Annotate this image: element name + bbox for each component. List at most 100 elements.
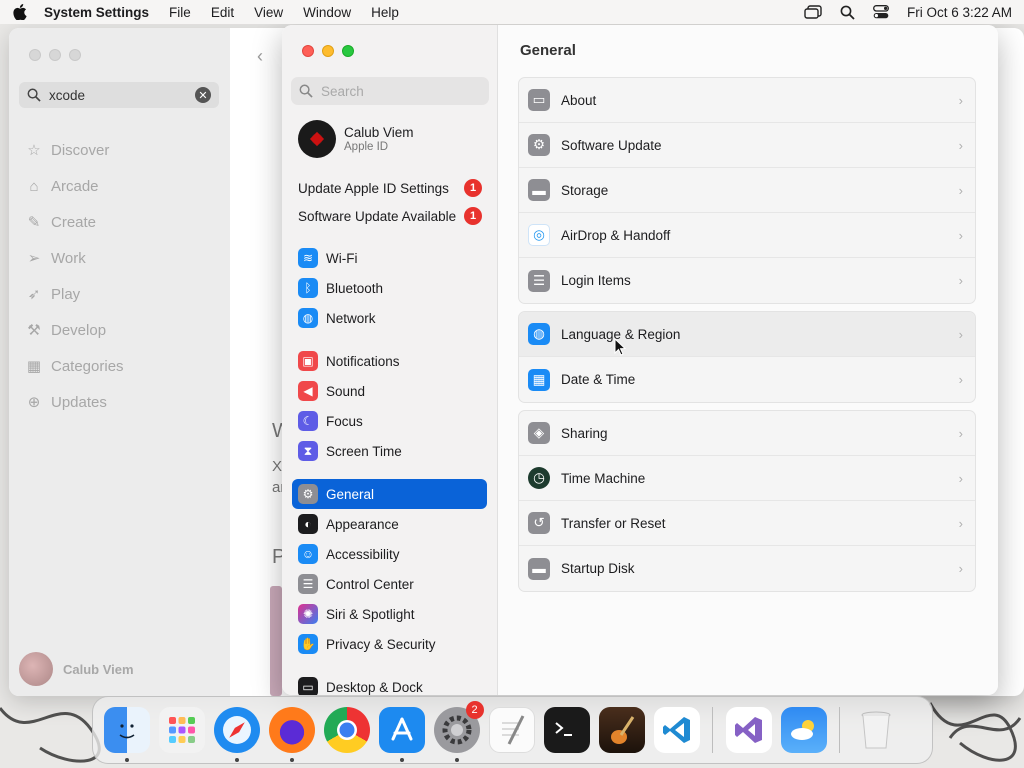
paperplane-icon: ➢ bbox=[27, 250, 41, 267]
sharing-icon: ◈ bbox=[528, 422, 550, 444]
nav-arcade[interactable]: ⌂ Arcade bbox=[23, 168, 124, 204]
row-about[interactable]: ▭ About › bbox=[519, 78, 975, 123]
nav-updates[interactable]: ⊕ Updates bbox=[23, 384, 124, 420]
sidebar-item-appearance[interactable]: ◐ Appearance bbox=[292, 509, 487, 539]
row-date-time[interactable]: ▦ Date & Time › bbox=[519, 357, 975, 402]
sidebar-item-desktop-dock[interactable]: ▭ Desktop & Dock bbox=[292, 672, 487, 695]
dock-textedit[interactable] bbox=[488, 707, 535, 753]
sidebar-item-bluetooth[interactable]: ᛒ Bluetooth bbox=[292, 273, 487, 303]
dock-vscode[interactable] bbox=[653, 707, 700, 753]
zoom-button[interactable] bbox=[342, 45, 354, 57]
app-thumbnail[interactable] bbox=[270, 586, 282, 696]
row-sharing[interactable]: ◈ Sharing › bbox=[519, 411, 975, 456]
chevron-right-icon: › bbox=[958, 470, 963, 486]
dock-system-settings[interactable]: 2 bbox=[433, 701, 484, 762]
row-time-machine[interactable]: ◷ Time Machine › bbox=[519, 456, 975, 501]
sidebar-item-accessibility[interactable]: ☺ Accessibility bbox=[292, 539, 487, 569]
row-language-region[interactable]: ◍ Language & Region › bbox=[519, 312, 975, 357]
row-login-items[interactable]: ☰ Login Items › bbox=[519, 258, 975, 303]
app-store-search-field[interactable]: xcode ✕ bbox=[19, 82, 219, 108]
row-startup-disk[interactable]: ▬ Startup Disk › bbox=[519, 546, 975, 591]
dock-garageband[interactable] bbox=[598, 707, 645, 753]
sidebar-item-siri-spotlight[interactable]: ✺ Siri & Spotlight bbox=[292, 599, 487, 629]
nav-work[interactable]: ➢ Work bbox=[23, 240, 124, 276]
settings-search-input[interactable] bbox=[321, 83, 471, 99]
app-store-sidebar: xcode ✕ ☆ Discover ⌂ Arcade ✎ Create ➢ Work … bbox=[9, 28, 230, 696]
minimize-button[interactable] bbox=[322, 45, 334, 57]
sidebar-item-control-center[interactable]: ☰ Control Center bbox=[292, 569, 487, 599]
alert-update-apple-id[interactable]: Update Apple ID Settings 1 bbox=[298, 179, 482, 197]
row-storage[interactable]: ▬ Storage › bbox=[519, 168, 975, 213]
close-button[interactable] bbox=[302, 45, 314, 57]
menu-edit[interactable]: Edit bbox=[211, 5, 234, 20]
list-icon: ☰ bbox=[528, 269, 550, 292]
spotlight-search-icon[interactable] bbox=[840, 5, 855, 20]
dock-trash[interactable] bbox=[853, 707, 899, 753]
nav-categories[interactable]: ▦ Categories bbox=[23, 348, 124, 384]
sidebar-item-general[interactable]: ⚙ General bbox=[292, 479, 487, 509]
zoom-button[interactable] bbox=[69, 49, 81, 61]
running-indicator bbox=[234, 758, 239, 762]
row-transfer-reset[interactable]: ↺ Transfer or Reset › bbox=[519, 501, 975, 546]
menu-window[interactable]: Window bbox=[303, 5, 351, 20]
apple-menu-icon[interactable] bbox=[12, 4, 28, 20]
nav-create[interactable]: ✎ Create bbox=[23, 204, 124, 240]
dock-terminal[interactable] bbox=[543, 707, 590, 753]
sidebar-item-screen-time[interactable]: ⧗ Screen Time bbox=[292, 436, 487, 466]
menu-view[interactable]: View bbox=[254, 5, 283, 20]
menu-help[interactable]: Help bbox=[371, 5, 399, 20]
apple-id-account[interactable]: Calub Viem Apple ID bbox=[298, 120, 414, 158]
row-software-update[interactable]: ⚙ Software Update › bbox=[519, 123, 975, 168]
back-chevron-icon[interactable]: ‹ bbox=[257, 46, 263, 67]
guitar-icon bbox=[610, 716, 634, 744]
dock-visual-studio[interactable] bbox=[725, 707, 772, 753]
notification-badge: 2 bbox=[465, 701, 484, 719]
time-machine-icon: ◷ bbox=[528, 467, 550, 489]
menu-file[interactable]: File bbox=[169, 5, 191, 20]
sidebar-item-network[interactable]: ◍ Network bbox=[292, 303, 487, 333]
compass-icon bbox=[222, 716, 251, 744]
sidebar-item-label: Network bbox=[326, 310, 376, 326]
row-airdrop-handoff[interactable]: ◎ AirDrop & Handoff › bbox=[519, 213, 975, 258]
sidebar-item-wifi[interactable]: ≋ Wi-Fi bbox=[292, 243, 487, 273]
clear-search-icon[interactable]: ✕ bbox=[195, 87, 211, 103]
dock-weather[interactable] bbox=[780, 707, 827, 753]
chevron-right-icon: › bbox=[958, 561, 963, 576]
menu-app-name[interactable]: System Settings bbox=[44, 5, 149, 20]
sidebar-item-focus[interactable]: ☾ Focus bbox=[292, 406, 487, 436]
sidebar-item-notifications[interactable]: ▣ Notifications bbox=[292, 346, 487, 376]
dock-app-store[interactable] bbox=[378, 707, 425, 762]
nav-develop[interactable]: ⚒ Develop bbox=[23, 312, 124, 348]
hammer-icon: ⚒ bbox=[27, 322, 41, 339]
control-center-icon[interactable] bbox=[873, 5, 889, 19]
alert-software-update[interactable]: Software Update Available 1 bbox=[298, 207, 482, 225]
trash-icon bbox=[861, 711, 890, 749]
running-indicator bbox=[454, 758, 459, 762]
sidebar-item-label: Wi-Fi bbox=[326, 250, 358, 266]
appearance-icon: ◐ bbox=[298, 514, 318, 534]
app-store-a-icon bbox=[391, 717, 412, 741]
row-label: Login Items bbox=[561, 273, 631, 288]
app-store-account[interactable]: Calub Viem bbox=[19, 652, 134, 686]
dock-safari[interactable] bbox=[213, 707, 260, 762]
dock-chrome[interactable] bbox=[323, 707, 370, 753]
nav-label: Discover bbox=[51, 141, 110, 159]
close-button[interactable] bbox=[29, 49, 41, 61]
dock-firefox[interactable] bbox=[268, 707, 315, 762]
dock-separator bbox=[712, 707, 713, 753]
nav-play[interactable]: ➶ Play bbox=[23, 276, 124, 312]
sidebar-item-privacy-security[interactable]: ✋ Privacy & Security bbox=[292, 629, 487, 659]
dock-launchpad[interactable] bbox=[158, 707, 205, 753]
page-title: General bbox=[520, 42, 576, 59]
sidebar-item-sound[interactable]: ◀ Sound bbox=[292, 376, 487, 406]
app-store-search-value[interactable]: xcode bbox=[49, 88, 195, 103]
settings-search-field[interactable] bbox=[291, 77, 489, 105]
dock-finder[interactable] bbox=[103, 707, 150, 762]
minimize-button[interactable] bbox=[49, 49, 61, 61]
sidebar-item-label: Bluetooth bbox=[326, 280, 384, 296]
menu-clock[interactable]: Fri Oct 6 3:22 AM bbox=[907, 5, 1012, 20]
stage-manager-icon[interactable] bbox=[804, 5, 822, 19]
sidebar-item-label: Screen Time bbox=[326, 443, 402, 459]
running-indicator bbox=[124, 758, 129, 762]
nav-discover[interactable]: ☆ Discover bbox=[23, 132, 124, 168]
